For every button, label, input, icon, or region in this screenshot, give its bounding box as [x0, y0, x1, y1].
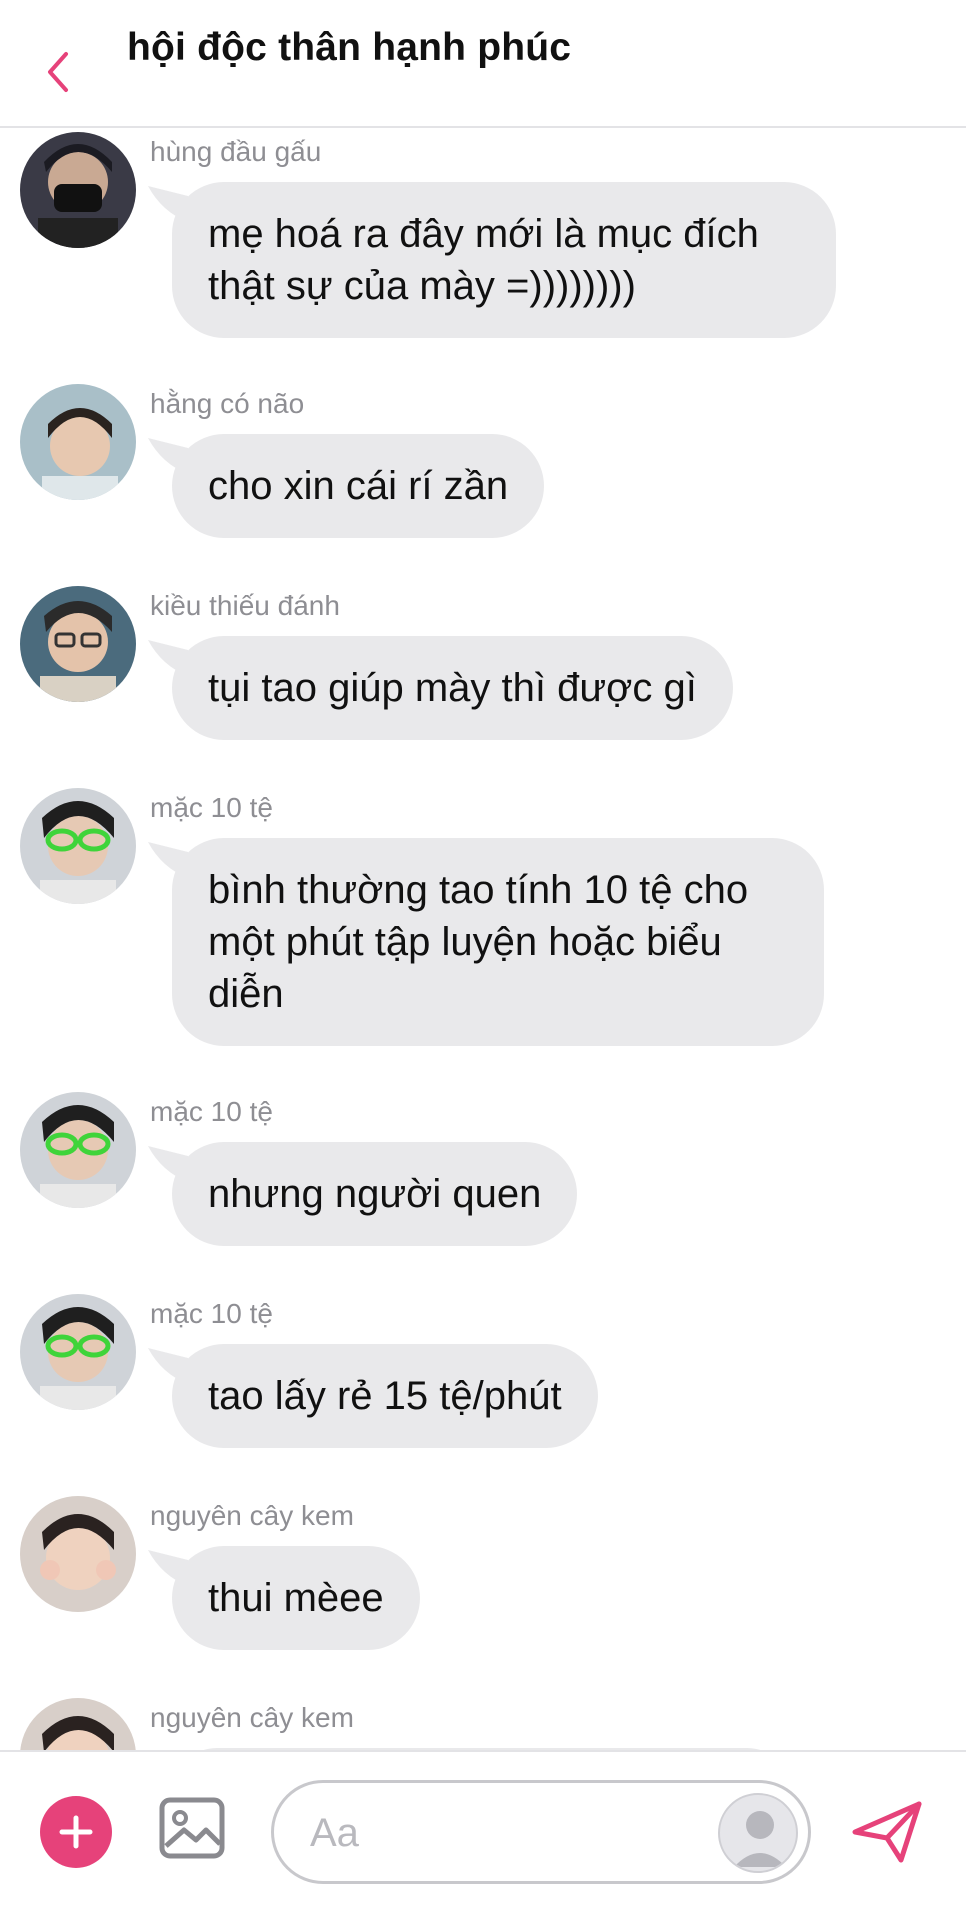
composer-bar: [0, 1750, 966, 1920]
avatar[interactable]: [718, 1793, 798, 1873]
message-list[interactable]: hùng đầu gấu mẹ hoá ra đây mới là mục đí…: [0, 130, 966, 1750]
avatar[interactable]: [20, 1294, 136, 1410]
avatar[interactable]: [20, 1698, 136, 1750]
message-bubble[interactable]: cho xin cái rí zần: [172, 434, 545, 538]
add-button[interactable]: [40, 1796, 112, 1868]
avatar[interactable]: [20, 1496, 136, 1612]
sender-name: nguyên cây kem: [150, 1500, 354, 1531]
chevron-left-icon: [48, 52, 68, 92]
message-bubble[interactable]: tụi tao giúp mày thì được gì: [172, 636, 733, 740]
send-icon: [852, 1801, 922, 1863]
sender-name: hằng có não: [150, 388, 305, 419]
back-button[interactable]: [36, 44, 80, 100]
message-input-wrapper: [271, 1780, 811, 1884]
chat-title: hội độc thân hạnh phúc: [127, 26, 572, 69]
avatar[interactable]: [20, 132, 136, 248]
avatar[interactable]: [20, 1092, 136, 1208]
avatar[interactable]: [20, 384, 136, 500]
message-bubble[interactable]: mẹ hoá ra đây mới là mục đích thật sự củ…: [172, 182, 836, 338]
message-bubble[interactable]: tao lấy rẻ 15 tệ/phút: [172, 1344, 598, 1448]
sender-name: nguyên cây kem: [150, 1702, 354, 1733]
message-input[interactable]: [310, 1805, 670, 1861]
message-bubble[interactable]: thui mèee: [172, 1546, 420, 1650]
image-button[interactable]: [158, 1794, 226, 1862]
avatar[interactable]: [20, 788, 136, 904]
chat-header: hội độc thân hạnh phúc: [0, 0, 966, 128]
message-bubble[interactable]: nhưng người quen: [172, 1142, 578, 1246]
message-bubble[interactable]: bình thường tao tính 10 tệ cho một phút …: [172, 838, 824, 1046]
sender-name: mặc 10 tệ: [150, 792, 273, 823]
sender-name: mặc 10 tệ: [150, 1096, 273, 1127]
sender-name: mặc 10 tệ: [150, 1298, 273, 1329]
image-icon: [159, 1797, 225, 1859]
sender-name: kiều thiếu đánh: [150, 590, 340, 621]
send-button[interactable]: [851, 1798, 923, 1866]
avatar[interactable]: [20, 586, 136, 702]
sender-name: hùng đầu gấu: [150, 136, 322, 167]
person-icon: [734, 1811, 786, 1867]
plus-icon: [59, 1815, 93, 1849]
